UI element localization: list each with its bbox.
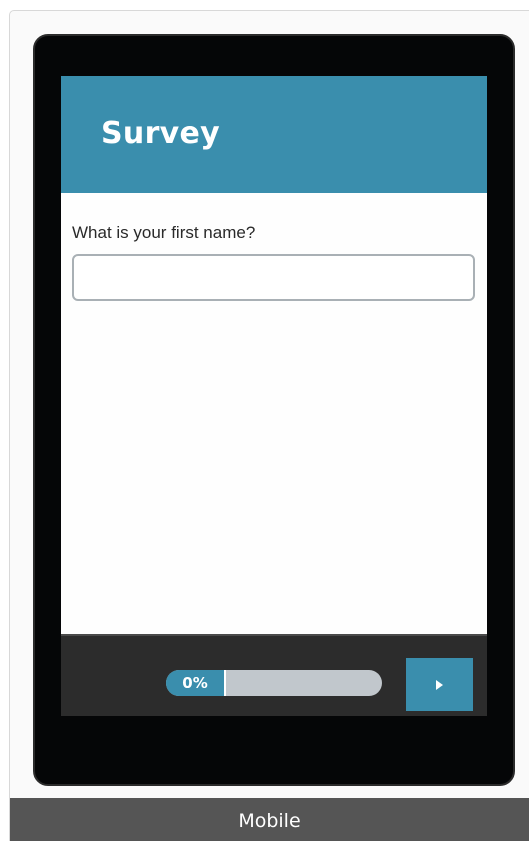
- survey-screen: Survey What is your first name? 0%: [61, 76, 487, 716]
- survey-footer: 0%: [61, 634, 487, 716]
- progress-label: 0%: [182, 674, 208, 692]
- first-name-input[interactable]: [72, 254, 475, 301]
- question-label: What is your first name?: [72, 223, 256, 242]
- play-arrow-icon: [436, 680, 443, 690]
- caption-bar: Mobile: [10, 798, 529, 841]
- caption-label: Mobile: [238, 810, 301, 832]
- next-button[interactable]: [406, 658, 473, 711]
- survey-header: Survey: [61, 76, 487, 193]
- survey-title: Survey: [101, 116, 221, 151]
- progress-bar: 0%: [166, 670, 382, 696]
- preview-stage: Survey What is your first name? 0% Mobil…: [0, 0, 529, 841]
